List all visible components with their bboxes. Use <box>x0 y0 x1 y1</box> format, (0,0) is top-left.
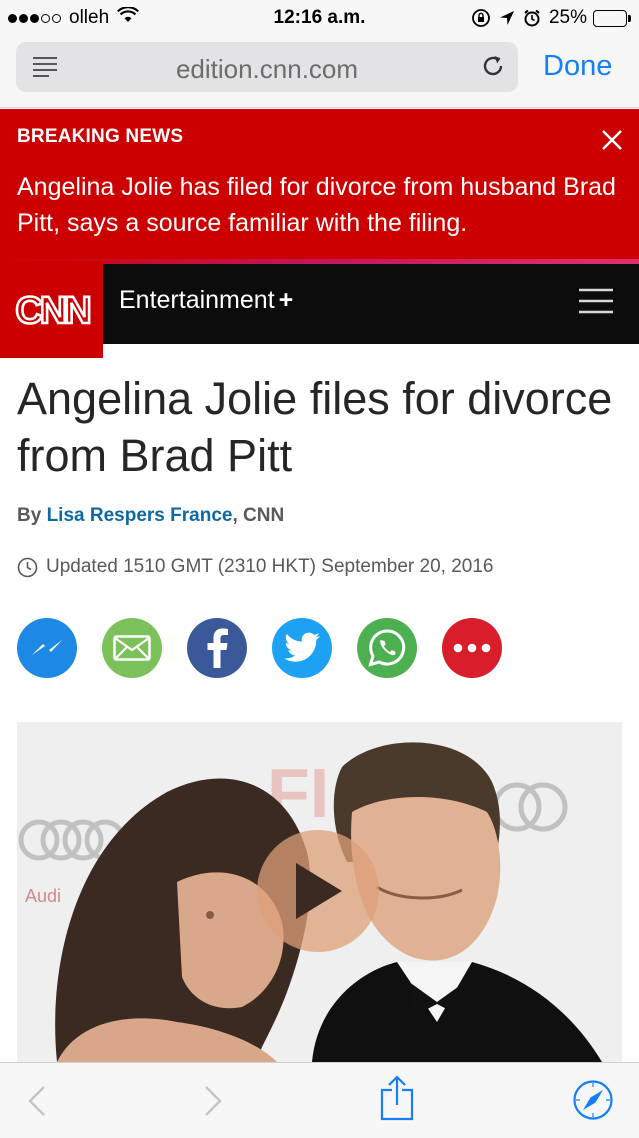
byline-prefix: By <box>17 505 42 526</box>
email-icon <box>113 635 151 661</box>
reload-icon[interactable] <box>480 53 506 84</box>
safari-compass-icon[interactable] <box>572 1079 614 1126</box>
done-button[interactable]: Done <box>543 50 612 83</box>
twitter-icon <box>284 632 320 662</box>
messenger-icon <box>32 640 62 655</box>
breaking-news-text[interactable]: Angelina Jolie has filed for divorce fro… <box>17 169 627 241</box>
facebook-icon <box>207 628 228 668</box>
updated-timestamp: Updated 1510 GMT (2310 HKT) September 20… <box>17 556 493 578</box>
cnn-logo[interactable]: CNN <box>0 261 103 358</box>
whatsapp-icon <box>368 629 406 667</box>
back-icon[interactable] <box>28 1085 46 1122</box>
status-bar: olleh 12:16 a.m. 25% <box>0 0 639 36</box>
cnn-logo-text: CNN <box>15 290 89 330</box>
section-label: Entertainment <box>119 286 275 314</box>
breaking-news-label: BREAKING NEWS <box>17 126 184 147</box>
byline-suffix: , CNN <box>232 505 285 526</box>
twitter-share-button[interactable] <box>272 618 332 678</box>
status-right: 25% <box>463 7 631 29</box>
url-field[interactable]: edition.cnn.com <box>16 42 518 92</box>
section-plus: + <box>278 286 294 314</box>
address-bar: edition.cnn.com Done <box>0 36 639 108</box>
article-headline: Angelina Jolie files for divorce from Br… <box>17 373 613 481</box>
author-link[interactable]: Lisa Respers France <box>47 505 233 526</box>
article-video[interactable]: FI Audi <box>17 722 622 1062</box>
breaking-news-banner[interactable]: BREAKING NEWS Angelina Jolie has filed f… <box>0 109 639 259</box>
messenger-share-button[interactable] <box>17 618 77 678</box>
site-nav: CNN Entertainment + <box>0 261 639 358</box>
hamburger-menu-icon[interactable] <box>579 288 613 319</box>
audi-watermark: Audi <box>25 886 61 906</box>
alarm-icon <box>523 9 541 27</box>
close-icon[interactable] <box>601 129 623 156</box>
browser-page: olleh 12:16 a.m. 25% edition.cnn.com Don… <box>0 0 639 1138</box>
email-share-button[interactable] <box>102 618 162 678</box>
orientation-lock-icon <box>471 8 491 28</box>
play-button[interactable] <box>257 830 379 952</box>
share-buttons <box>17 618 527 678</box>
forward-icon[interactable] <box>204 1085 222 1122</box>
safari-toolbar <box>0 1062 639 1138</box>
battery-percent: 25% <box>548 7 587 28</box>
play-icon <box>296 863 342 919</box>
more-share-button[interactable] <box>442 618 502 678</box>
share-icon[interactable] <box>380 1075 414 1126</box>
whatsapp-share-button[interactable] <box>357 618 417 678</box>
facebook-share-button[interactable] <box>187 618 247 678</box>
more-options-icon <box>453 643 491 653</box>
byline: By Lisa Respers France, CNN <box>17 505 284 527</box>
clock-icon <box>17 557 38 578</box>
url-text[interactable]: edition.cnn.com <box>16 54 518 85</box>
section-menu[interactable]: Entertainment + <box>119 286 293 315</box>
location-icon <box>499 10 515 26</box>
updated-text: Updated 1510 GMT (2310 HKT) September 20… <box>46 556 494 577</box>
battery-icon <box>593 9 631 27</box>
